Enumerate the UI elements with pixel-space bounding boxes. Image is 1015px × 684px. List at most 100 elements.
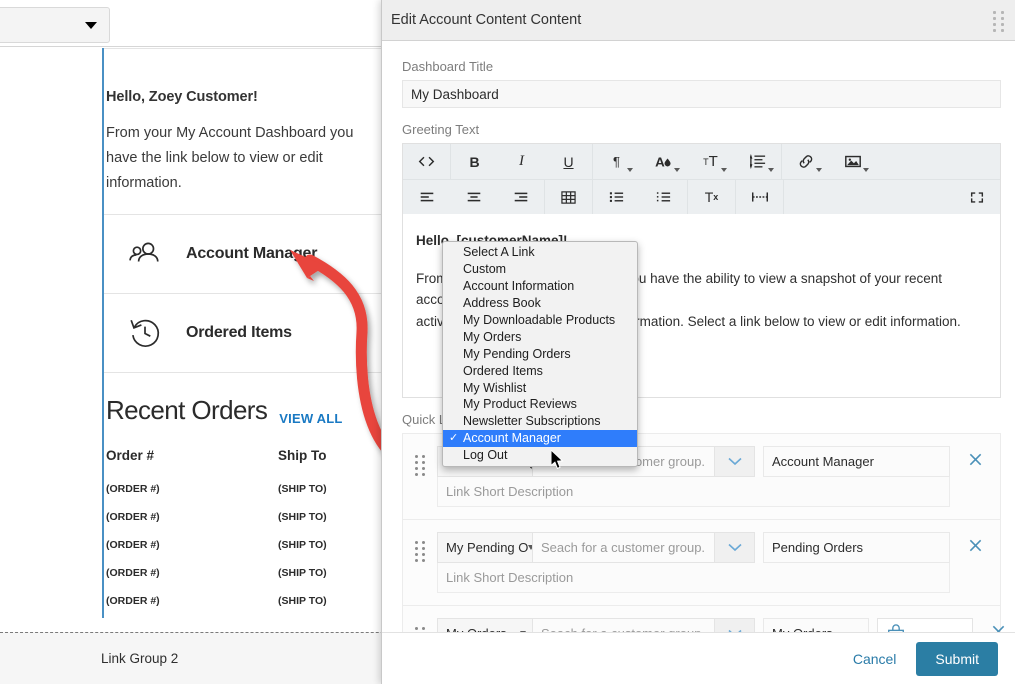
- chevron-down-icon: [627, 168, 633, 172]
- dropdown-option[interactable]: My Wishlist: [443, 379, 637, 396]
- dropdown-option[interactable]: Custom: [443, 261, 637, 278]
- text-color-glyph: A: [655, 154, 671, 169]
- chevron-down-icon: [768, 168, 774, 172]
- grip-dots-icon: [415, 541, 425, 562]
- submit-button[interactable]: Submit: [916, 641, 998, 676]
- dropdown-option[interactable]: My Orders: [443, 328, 637, 345]
- customer-group-input[interactable]: Seach for a customer group.: [533, 532, 715, 563]
- insert-image-icon[interactable]: [829, 144, 876, 179]
- italic-icon[interactable]: I: [498, 144, 545, 179]
- grip-dots-icon: [415, 627, 425, 632]
- link-label-input[interactable]: Account Manager: [763, 446, 950, 477]
- cancel-button[interactable]: Cancel: [843, 644, 907, 674]
- chevron-down-icon: [816, 168, 822, 172]
- source-code-icon[interactable]: [403, 144, 450, 179]
- table-header-row: Order # Ship To: [106, 448, 386, 475]
- link-type-value: My Pending O: [446, 540, 529, 555]
- quick-link-fields: My Orders Seach for a customer group. My…: [437, 618, 973, 632]
- line-height-icon[interactable]: [734, 144, 781, 179]
- dropdown-option-label: Address Book: [463, 296, 541, 311]
- view-all-link[interactable]: VIEW ALL: [279, 411, 342, 426]
- table-row: (ORDER #) (SHIP TO): [106, 559, 386, 587]
- link-description-input[interactable]: Link Short Description: [437, 477, 950, 507]
- customer-group-expand-button[interactable]: [715, 532, 755, 563]
- link-label-value: Pending Orders: [772, 540, 864, 555]
- dashboard-title-value: My Dashboard: [411, 86, 499, 102]
- dropdown-option[interactable]: Ordered Items: [443, 362, 637, 379]
- clear-formatting-icon[interactable]: Tx: [688, 180, 735, 215]
- dropdown-option[interactable]: My Pending Orders: [443, 345, 637, 362]
- account-link-account-manager[interactable]: Account Manager: [104, 215, 386, 293]
- modal-resize-grip[interactable]: [993, 11, 1005, 32]
- check-icon: ✓: [449, 431, 459, 444]
- dropdown-option-label: Custom: [463, 262, 507, 277]
- customer-group-expand-button[interactable]: [715, 446, 755, 477]
- background-left-rail: [0, 48, 102, 618]
- toolbar-group-lists: [593, 180, 688, 214]
- align-left-icon[interactable]: [403, 180, 450, 215]
- background-select-dropdown[interactable]: [0, 7, 110, 43]
- underline-icon[interactable]: U: [545, 144, 592, 179]
- chevron-down-icon: [727, 543, 742, 552]
- insert-link-icon[interactable]: [782, 144, 829, 179]
- mouse-cursor-icon: [551, 450, 564, 470]
- paragraph-format-icon[interactable]: ¶: [593, 144, 640, 179]
- remove-row-button[interactable]: [950, 532, 1000, 553]
- drag-handle[interactable]: [403, 618, 437, 632]
- bold-icon[interactable]: B: [451, 144, 498, 179]
- link-group-2-label: Link Group 2: [101, 651, 179, 666]
- fullscreen-icon[interactable]: [953, 180, 1000, 215]
- column-header-order: Order #: [106, 447, 155, 463]
- grip-dots-icon: [415, 455, 425, 476]
- link-type-dropdown-menu[interactable]: Select A Link Custom Account Information Ad…: [442, 241, 638, 467]
- align-center-icon[interactable]: [450, 180, 497, 215]
- dropdown-option[interactable]: Select A Link: [443, 244, 637, 261]
- insert-table-icon[interactable]: [545, 180, 592, 215]
- customer-group-expand-button[interactable]: [715, 618, 755, 632]
- account-link-ordered-items[interactable]: Ordered Items: [104, 294, 386, 372]
- font-size-icon[interactable]: TT: [687, 144, 734, 179]
- link-label-input[interactable]: My Orders: [763, 618, 869, 632]
- remove-row-button[interactable]: [950, 446, 1000, 467]
- cell-shipto: (SHIP TO): [278, 566, 327, 579]
- dropdown-option-label: Log Out: [463, 448, 508, 463]
- dropdown-option[interactable]: Account Information: [443, 278, 637, 295]
- customer-group-placeholder: Seach for a customer group.: [541, 626, 705, 632]
- align-left-glyph: [420, 192, 433, 202]
- remove-row-button[interactable]: [973, 618, 1015, 632]
- dropdown-option[interactable]: My Downloadable Products: [443, 312, 637, 329]
- dropdown-option-label: Account Manager: [463, 431, 561, 446]
- dropdown-option[interactable]: Newsletter Subscriptions: [443, 413, 637, 430]
- dropdown-option-label: Ordered Items: [463, 363, 543, 378]
- link-label-input[interactable]: Pending Orders: [763, 532, 950, 563]
- text-color-icon[interactable]: A: [640, 144, 687, 179]
- cell-order: (ORDER #): [106, 594, 160, 607]
- column-header-shipto: Ship To: [278, 447, 327, 463]
- hr-glyph: [751, 192, 768, 202]
- dropdown-option[interactable]: Log Out: [443, 447, 637, 464]
- quick-link-row: My Pending O Seach for a customer group.…: [402, 519, 1001, 605]
- cell-shipto: (SHIP TO): [278, 594, 327, 607]
- drag-handle[interactable]: [403, 446, 437, 476]
- dashboard-title-input[interactable]: My Dashboard: [402, 80, 1001, 108]
- ordered-list-icon[interactable]: [640, 180, 687, 215]
- table-row: (ORDER #) (SHIP TO): [106, 587, 386, 615]
- link-icon-select[interactable]: [877, 618, 973, 632]
- horizontal-rule-icon[interactable]: [736, 180, 783, 215]
- dropdown-option[interactable]: Address Book: [443, 295, 637, 312]
- dropdown-option[interactable]: My Product Reviews: [443, 396, 637, 413]
- unordered-list-icon[interactable]: [593, 180, 640, 215]
- dropdown-option[interactable]: ✓ Account Manager: [443, 429, 637, 447]
- chevron-down-icon: [863, 168, 869, 172]
- greeting-text-label: Greeting Text: [402, 122, 480, 137]
- cell-order: (ORDER #): [106, 510, 160, 523]
- account-dashboard-panel: Hello, Zoey Customer! From your My Accou…: [102, 48, 387, 618]
- link-description-input[interactable]: Link Short Description: [437, 563, 950, 593]
- drag-handle[interactable]: [403, 532, 437, 562]
- link-type-select[interactable]: My Orders: [437, 618, 533, 632]
- dropdown-option-label: My Wishlist: [463, 380, 527, 395]
- customer-group-input[interactable]: Seach for a customer group.: [533, 618, 715, 632]
- link-type-select[interactable]: My Pending O: [437, 532, 533, 563]
- align-right-icon[interactable]: [497, 180, 544, 215]
